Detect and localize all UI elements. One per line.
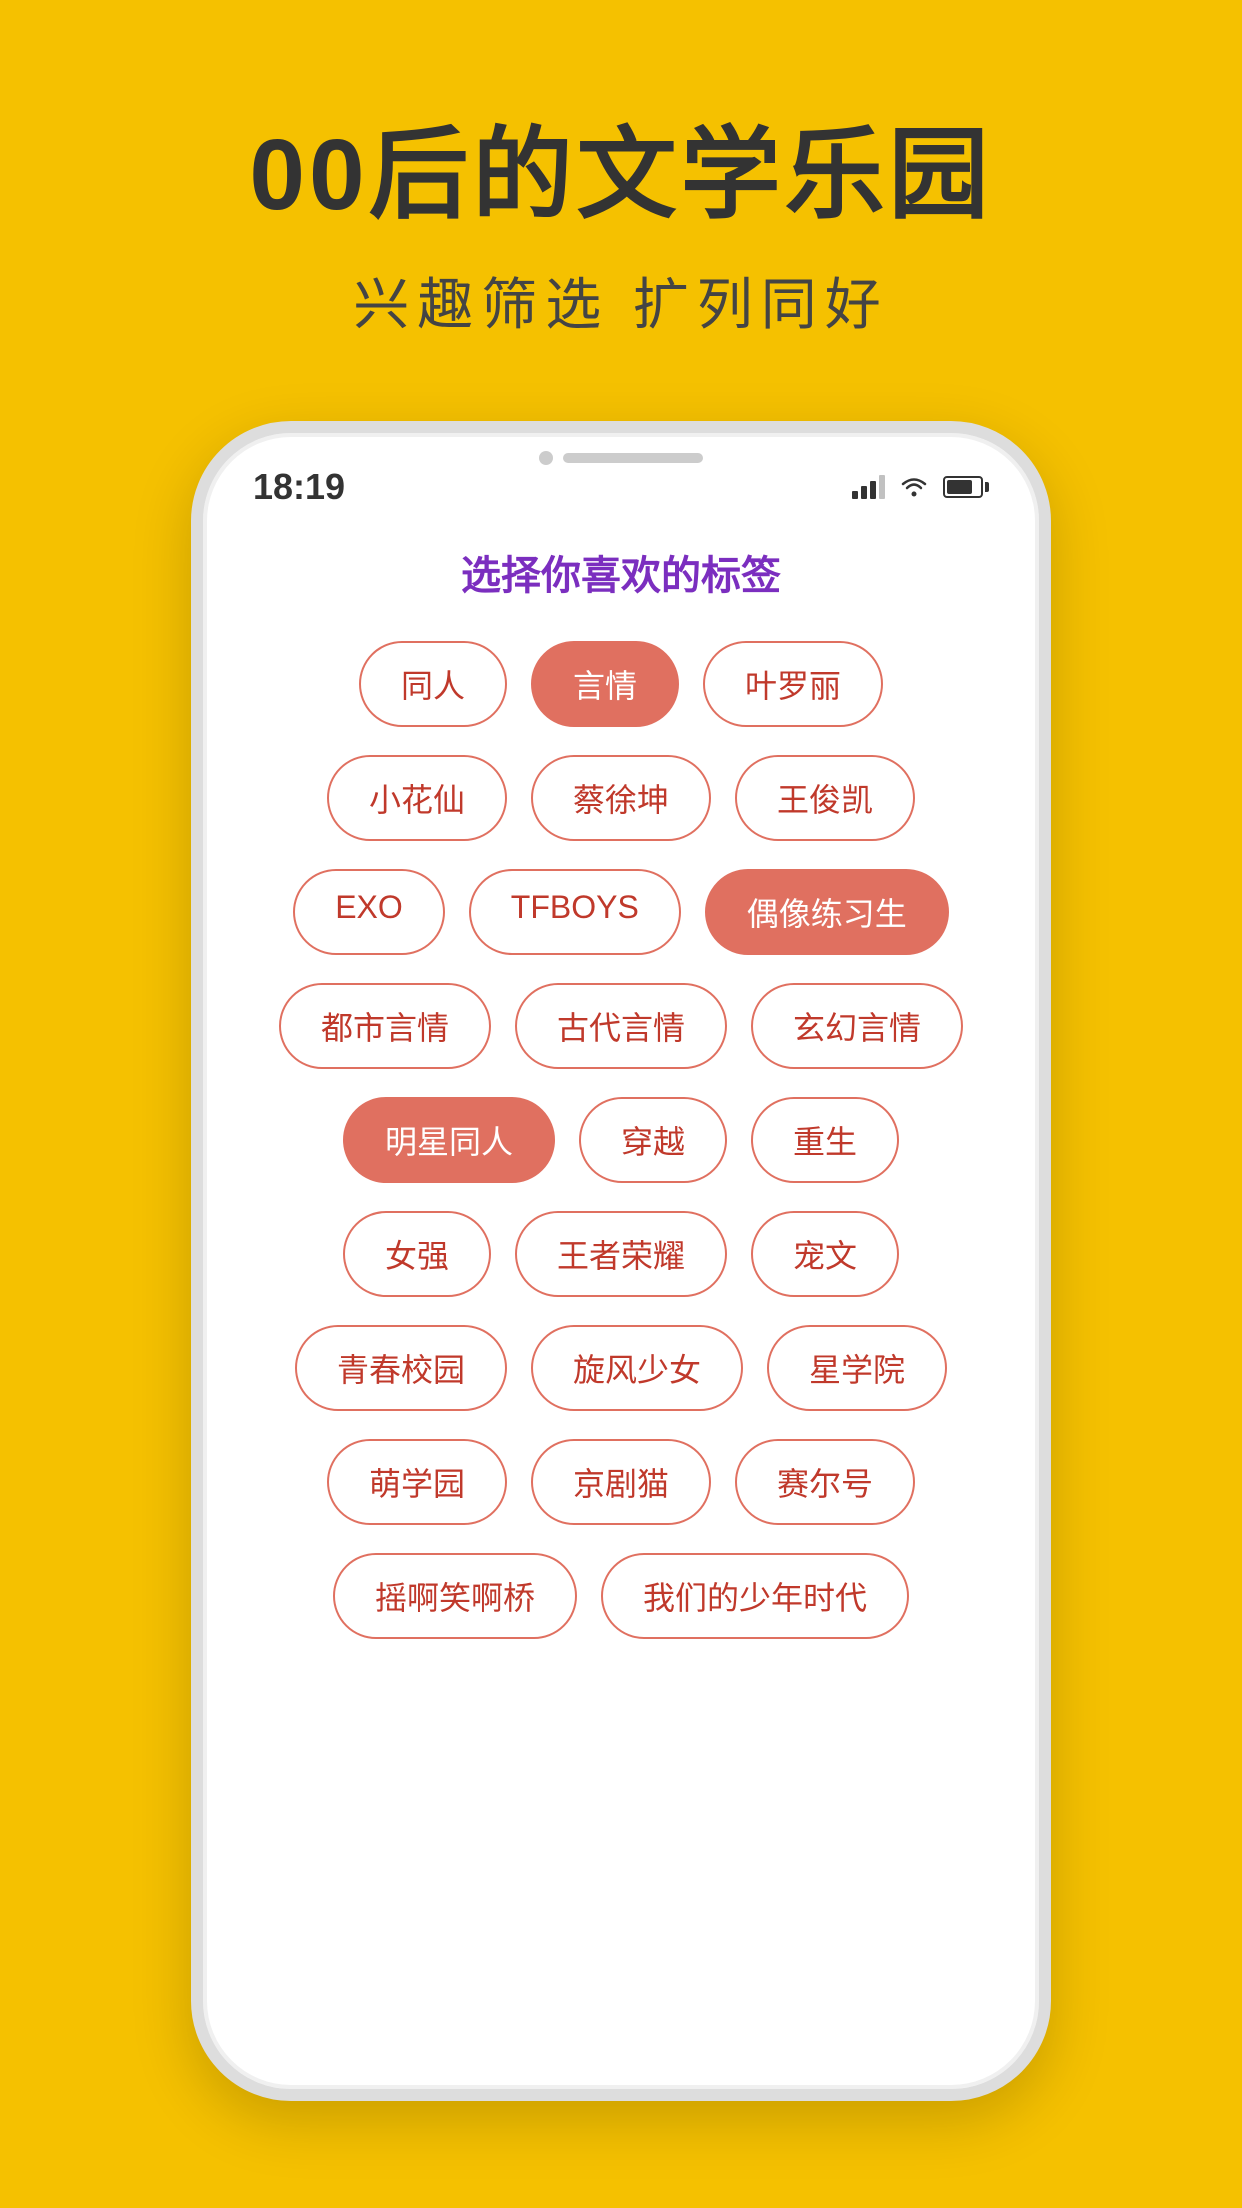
tags-row-3: 都市言情古代言情玄幻言情 [279, 983, 963, 1069]
tag-4-2[interactable]: 重生 [751, 1097, 899, 1183]
signal-icon [852, 475, 885, 499]
camera-dot [539, 451, 553, 465]
tags-row-5: 女强王者荣耀宠文 [343, 1211, 899, 1297]
tags-row-8: 摇啊笑啊桥我们的少年时代 [333, 1553, 909, 1639]
status-time: 18:19 [253, 466, 345, 508]
tag-0-2[interactable]: 叶罗丽 [703, 641, 883, 727]
tag-6-1[interactable]: 旋风少女 [531, 1325, 743, 1411]
phone-camera-area [539, 451, 703, 465]
status-icons [852, 475, 989, 499]
tags-row-2: EXO TFBOYS 偶像练习生 [293, 869, 949, 955]
tag-1-0[interactable]: 小花仙 [327, 755, 507, 841]
hero-subtitle: 兴趣筛选 扩列同好 [353, 260, 889, 341]
tag-7-0[interactable]: 萌学园 [327, 1439, 507, 1525]
tags-row-0: 同人言情叶罗丽 [359, 641, 883, 727]
tag-5-0[interactable]: 女强 [343, 1211, 491, 1297]
tags-row-4: 明星同人穿越重生 [343, 1097, 899, 1183]
tag-2-0[interactable]: EXO [293, 869, 445, 955]
phone-shell: 18:19 选择你喜欢的标签 同人言情叶罗丽小花仙蔡徐坤王俊凯EXOTFBOYS… [191, 421, 1051, 2101]
tag-3-0[interactable]: 都市言情 [279, 983, 491, 1069]
wifi-icon [899, 475, 929, 499]
tags-row-6: 青春校园旋风少女星学院 [295, 1325, 947, 1411]
tag-5-2[interactable]: 宠文 [751, 1211, 899, 1297]
tag-4-0[interactable]: 明星同人 [343, 1097, 555, 1183]
tag-4-1[interactable]: 穿越 [579, 1097, 727, 1183]
tags-row-1: 小花仙蔡徐坤王俊凯 [327, 755, 915, 841]
tag-7-2[interactable]: 赛尔号 [735, 1439, 915, 1525]
battery-icon [943, 476, 989, 498]
tag-6-0[interactable]: 青春校园 [295, 1325, 507, 1411]
tag-1-2[interactable]: 王俊凯 [735, 755, 915, 841]
tag-0-1[interactable]: 言情 [531, 641, 679, 727]
tag-3-2[interactable]: 玄幻言情 [751, 983, 963, 1069]
tag-7-1[interactable]: 京剧猫 [531, 1439, 711, 1525]
tag-3-1[interactable]: 古代言情 [515, 983, 727, 1069]
status-bar: 18:19 [203, 433, 1039, 523]
tag-0-0[interactable]: 同人 [359, 641, 507, 727]
tag-5-1[interactable]: 王者荣耀 [515, 1211, 727, 1297]
tag-8-1[interactable]: 我们的少年时代 [601, 1553, 909, 1639]
speaker-bar [563, 453, 703, 463]
hero-title: 00后的文学乐园 [249, 120, 992, 230]
tag-2-2[interactable]: 偶像练习生 [705, 869, 949, 955]
tag-1-1[interactable]: 蔡徐坤 [531, 755, 711, 841]
tag-6-2[interactable]: 星学院 [767, 1325, 947, 1411]
tags-container: 同人言情叶罗丽小花仙蔡徐坤王俊凯EXOTFBOYS偶像练习生都市言情古代言情玄幻… [203, 641, 1039, 2089]
tag-2-1[interactable]: TFBOYS [469, 869, 681, 955]
page-title: 选择你喜欢的标签 [203, 543, 1039, 601]
tags-row-7: 萌学园京剧猫赛尔号 [327, 1439, 915, 1525]
tag-8-0[interactable]: 摇啊笑啊桥 [333, 1553, 577, 1639]
